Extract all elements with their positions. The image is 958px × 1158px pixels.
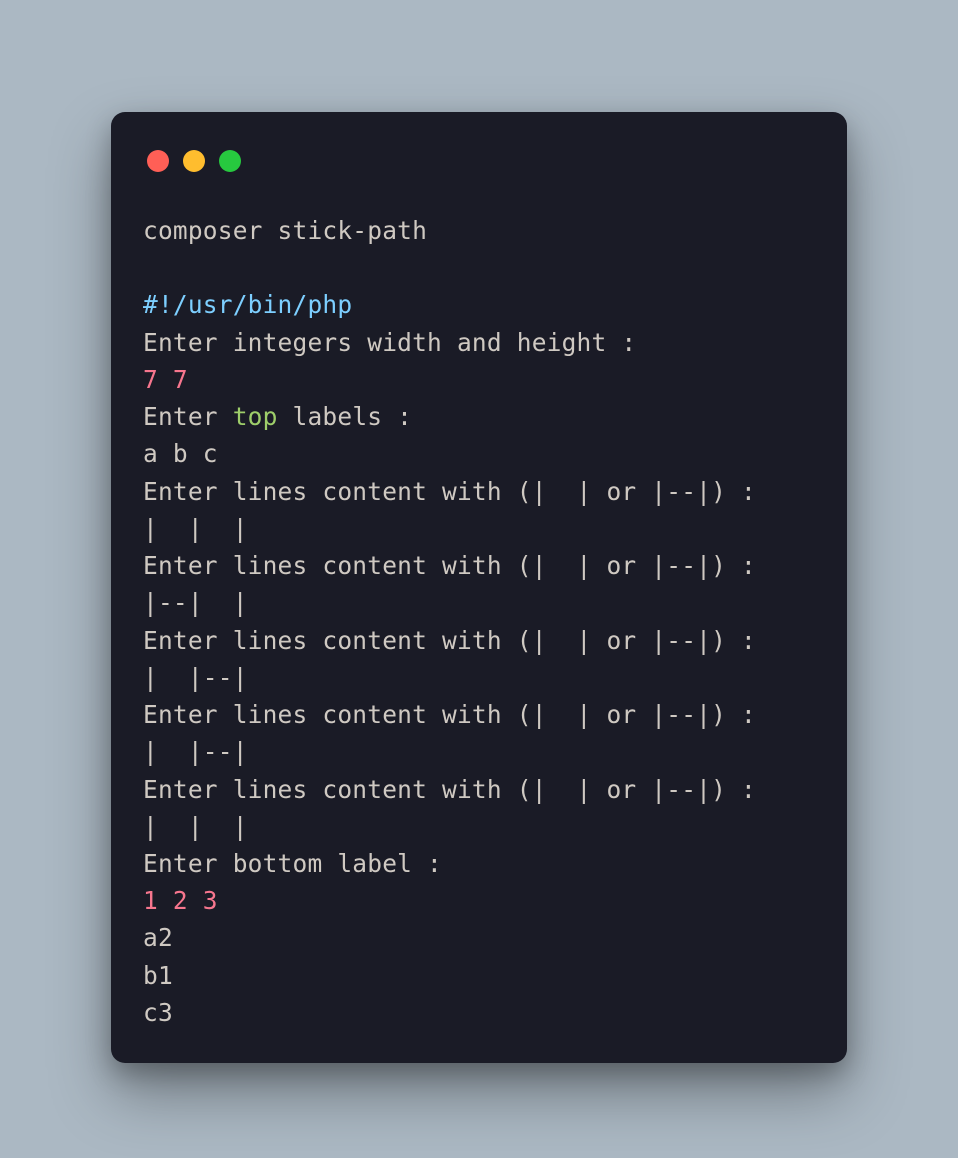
prompt-line-5: Enter lines content with (| | or |--|) : (143, 775, 756, 804)
prompt-line-3: Enter lines content with (| | or |--|) : (143, 626, 756, 655)
shebang-line: #!/usr/bin/php (143, 290, 352, 319)
close-icon[interactable] (147, 150, 169, 172)
window-controls (143, 144, 815, 172)
input-top-labels: a b c (143, 439, 218, 468)
output-result-1: a2 (143, 923, 173, 952)
input-line-2: |--| | (143, 588, 248, 617)
input-bottom-labels: 1 2 3 (143, 886, 218, 915)
prompt-bottom-label: Enter bottom label : (143, 849, 442, 878)
terminal-window: composer stick-path #!/usr/bin/php Enter… (111, 112, 847, 1063)
prompt-width-height: Enter integers width and height : (143, 328, 636, 357)
prompt-line-1: Enter lines content with (| | or |--|) : (143, 477, 756, 506)
terminal-output: composer stick-path #!/usr/bin/php Enter… (143, 212, 815, 1031)
output-result-2: b1 (143, 961, 173, 990)
input-line-4: | |--| (143, 737, 248, 766)
command-line: composer stick-path (143, 216, 427, 245)
input-line-1: | | | (143, 514, 248, 543)
input-dimensions: 7 7 (143, 365, 188, 394)
prompt-line-4: Enter lines content with (| | or |--|) : (143, 700, 756, 729)
maximize-icon[interactable] (219, 150, 241, 172)
input-line-5: | | | (143, 812, 248, 841)
prompt-top-labels: Enter top labels : (143, 402, 412, 431)
input-line-3: | |--| (143, 663, 248, 692)
minimize-icon[interactable] (183, 150, 205, 172)
prompt-line-2: Enter lines content with (| | or |--|) : (143, 551, 756, 580)
output-result-3: c3 (143, 998, 173, 1027)
